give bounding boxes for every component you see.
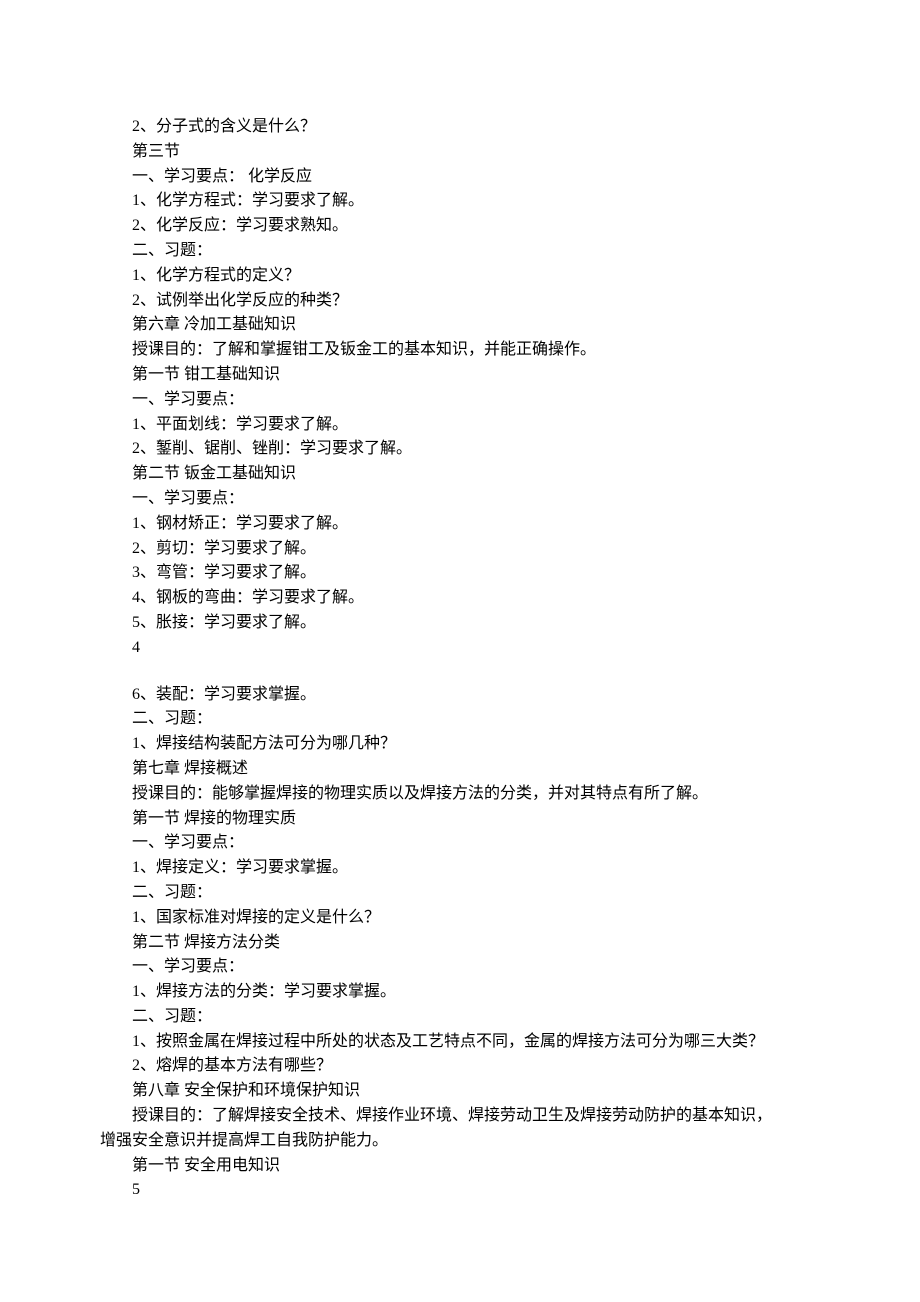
text-line: 5、胀接：学习要求了解。: [100, 611, 820, 636]
document-body: 2、分子式的含义是什么？第三节一、学习要点： 化学反应1、化学方程式：学习要求了…: [100, 115, 820, 1203]
text-line: 二、习题：: [100, 1005, 820, 1030]
text-line: 1、按照金属在焊接过程中所处的状态及工艺特点不同，金属的焊接方法可分为哪三大类？: [100, 1030, 820, 1055]
text-line: 授课目的：了解焊接安全技术、焊接作业环境、焊接劳动卫生及焊接劳动防护的基本知识，: [100, 1104, 820, 1129]
document-page: 2、分子式的含义是什么？第三节一、学习要点： 化学反应1、化学方程式：学习要求了…: [0, 0, 920, 1302]
text-line: 一、学习要点：: [100, 955, 820, 980]
text-line: 第六章 冷加工基础知识: [100, 313, 820, 338]
text-line: 5: [100, 1178, 820, 1203]
text-line: 第二节 钣金工基础知识: [100, 462, 820, 487]
text-line: 1、平面划线：学习要求了解。: [100, 413, 820, 438]
text-line: 一、学习要点： 化学反应: [100, 165, 820, 190]
text-line: 2、熔焊的基本方法有哪些？: [100, 1054, 820, 1079]
text-line: 第一节 安全用电知识: [100, 1154, 820, 1179]
text-line: 1、化学方程式的定义？: [100, 264, 820, 289]
text-line: 1、焊接定义：学习要求掌握。: [100, 856, 820, 881]
text-line: 一、学习要点：: [100, 831, 820, 856]
text-line: 3、弯管：学习要求了解。: [100, 561, 820, 586]
text-line: 一、学习要点：: [100, 388, 820, 413]
text-line: 二、习题：: [100, 707, 820, 732]
text-line: 1、化学方程式：学习要求了解。: [100, 189, 820, 214]
text-line: 1、焊接结构装配方法可分为哪几种？: [100, 732, 820, 757]
text-line: 第三节: [100, 140, 820, 165]
text-line: 第七章 焊接概述: [100, 757, 820, 782]
text-line: 授课目的：了解和掌握钳工及钣金工的基本知识，并能正确操作。: [100, 338, 820, 363]
text-line: 一、学习要点：: [100, 487, 820, 512]
text-line: 第一节 焊接的物理实质: [100, 807, 820, 832]
text-line: 二、习题：: [100, 881, 820, 906]
text-line: 1、国家标准对焊接的定义是什么？: [100, 906, 820, 931]
text-line: 2、剪切：学习要求了解。: [100, 537, 820, 562]
text-line: 第一节 钳工基础知识: [100, 363, 820, 388]
text-line: 2、錾削、锯削、锉削：学习要求了解。: [100, 437, 820, 462]
text-line: 2、化学反应：学习要求熟知。: [100, 214, 820, 239]
text-line: 2、分子式的含义是什么？: [100, 115, 820, 140]
text-line: 4、钢板的弯曲：学习要求了解。: [100, 586, 820, 611]
blank-line: [100, 661, 820, 683]
text-line: 第二节 焊接方法分类: [100, 931, 820, 956]
text-line-continuation: 增强安全意识并提高焊工自我防护能力。: [100, 1129, 820, 1154]
text-line: 4: [100, 636, 820, 661]
text-line: 二、习题：: [100, 239, 820, 264]
text-line: 2、试例举出化学反应的种类？: [100, 289, 820, 314]
text-line: 1、焊接方法的分类：学习要求掌握。: [100, 980, 820, 1005]
text-line: 第八章 安全保护和环境保护知识: [100, 1079, 820, 1104]
text-line: 6、装配：学习要求掌握。: [100, 683, 820, 708]
text-line: 1、钢材矫正：学习要求了解。: [100, 512, 820, 537]
text-line: 授课目的：能够掌握焊接的物理实质以及焊接方法的分类，并对其特点有所了解。: [100, 782, 820, 807]
